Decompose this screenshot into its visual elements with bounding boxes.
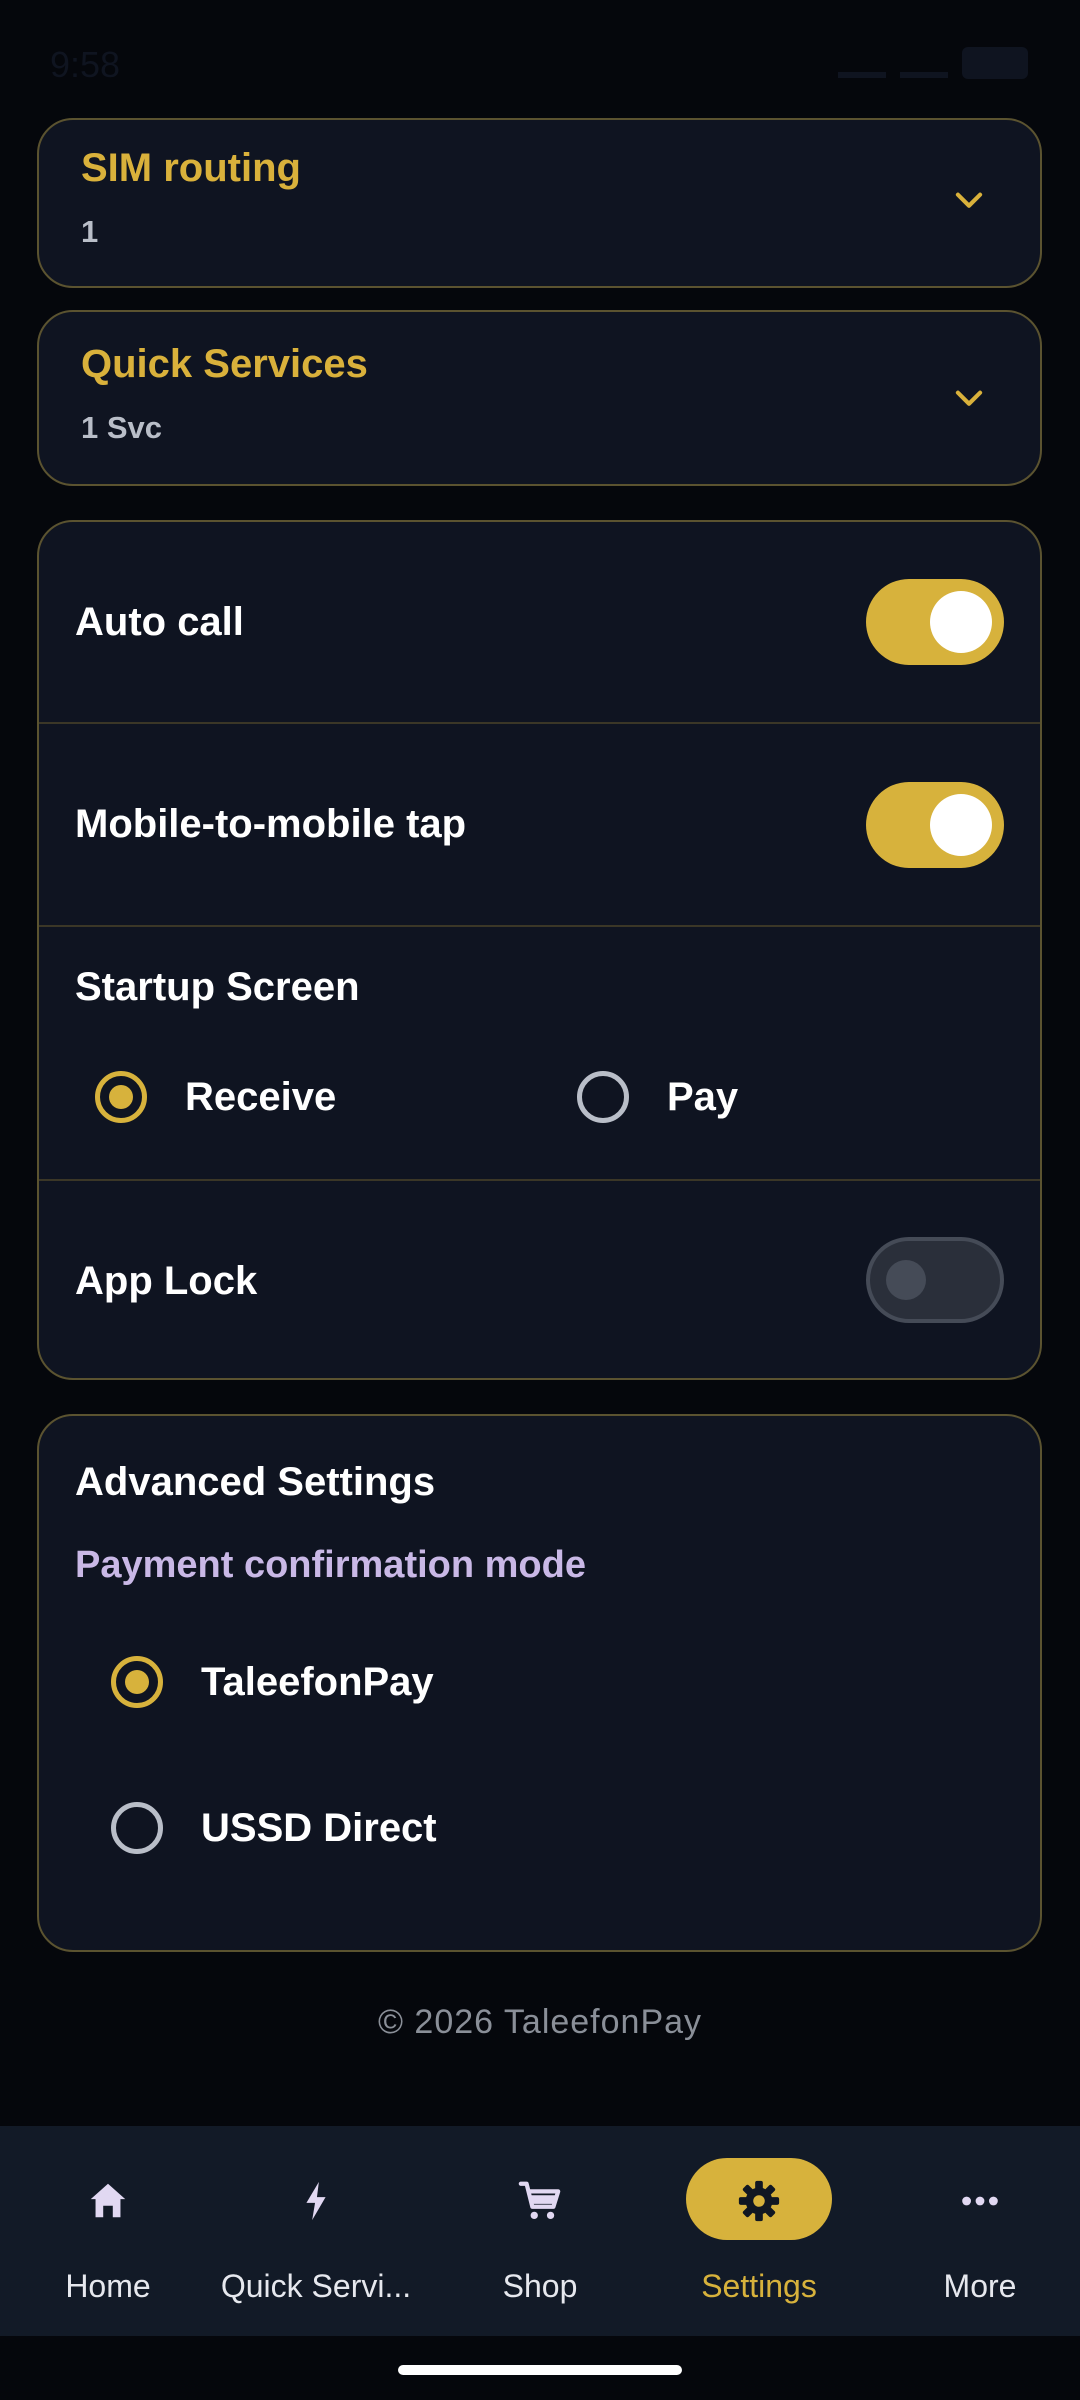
advanced-settings-card: Advanced Settings Payment confirmation m… bbox=[37, 1414, 1042, 1952]
cart-icon bbox=[518, 2181, 561, 2220]
quick-services-value: 1 Svc bbox=[81, 410, 163, 445]
chevron-down-icon[interactable] bbox=[950, 380, 988, 418]
status-icons bbox=[838, 46, 1028, 80]
quick-services-title: Quick Services bbox=[81, 342, 368, 386]
advanced-settings-title: Advanced Settings bbox=[75, 1460, 436, 1504]
switch-knob bbox=[886, 1260, 926, 1300]
sim-routing-value: 1 bbox=[81, 214, 99, 249]
bottom-navigation: Home Quick Servi... Shop Settings More bbox=[0, 2126, 1080, 2336]
mobile-tap-label: Mobile-to-mobile tap bbox=[75, 802, 467, 846]
auto-call-switch[interactable] bbox=[866, 579, 1004, 665]
sim-routing-title: SIM routing bbox=[81, 146, 301, 190]
bolt-icon bbox=[306, 2181, 326, 2221]
battery-icon bbox=[962, 47, 1028, 79]
startup-receive-radio[interactable] bbox=[95, 1071, 147, 1123]
nav-shop[interactable]: Shop bbox=[432, 2126, 648, 2336]
nav-settings-label: Settings bbox=[701, 2268, 817, 2304]
home-icon bbox=[90, 2183, 126, 2218]
copyright-text: © 2026 TaleefonPay bbox=[377, 2003, 703, 2041]
switch-knob bbox=[930, 794, 992, 856]
nav-quick-services[interactable]: Quick Servi... bbox=[208, 2126, 424, 2336]
nav-home[interactable]: Home bbox=[0, 2126, 216, 2336]
app-lock-row[interactable]: App Lock bbox=[39, 1181, 1040, 1380]
sim-routing-card[interactable]: SIM routing 1 bbox=[37, 118, 1042, 288]
status-bar: 9:58 bbox=[0, 0, 1080, 128]
nav-more-label: More bbox=[943, 2268, 1017, 2304]
taleefonpay-radio[interactable] bbox=[111, 1656, 163, 1708]
app-lock-switch[interactable] bbox=[866, 1237, 1004, 1323]
switch-knob bbox=[930, 591, 992, 653]
startup-screen-title: Startup Screen bbox=[75, 965, 360, 1009]
auto-call-row[interactable]: Auto call bbox=[39, 522, 1040, 722]
quick-services-card[interactable]: Quick Services 1 Svc bbox=[37, 310, 1042, 486]
gear-icon bbox=[738, 2180, 780, 2222]
status-time: 9:58 bbox=[50, 44, 121, 85]
startup-screen-group: Startup Screen Receive Pay bbox=[39, 927, 1040, 1179]
taleefonpay-label[interactable]: TaleefonPay bbox=[201, 1660, 434, 1705]
preferences-card: Auto call Mobile-to-mobile tap Startup S… bbox=[37, 520, 1042, 1380]
more-icon bbox=[962, 2196, 998, 2206]
wifi-icon bbox=[900, 48, 948, 78]
startup-pay-radio[interactable] bbox=[577, 1071, 629, 1123]
signal-icon bbox=[838, 48, 886, 78]
home-indicator bbox=[398, 2365, 682, 2375]
ussd-direct-label[interactable]: USSD Direct bbox=[201, 1806, 437, 1851]
auto-call-label: Auto call bbox=[75, 600, 244, 644]
ussd-direct-radio[interactable] bbox=[111, 1802, 163, 1854]
nav-quick-services-label: Quick Servi... bbox=[220, 2268, 412, 2304]
payment-mode-subtitle: Payment confirmation mode bbox=[75, 1544, 586, 1586]
startup-receive-label[interactable]: Receive bbox=[185, 1075, 336, 1120]
mobile-tap-row[interactable]: Mobile-to-mobile tap bbox=[39, 724, 1040, 924]
nav-settings[interactable]: Settings bbox=[651, 2126, 867, 2336]
nav-more[interactable]: More bbox=[872, 2126, 1080, 2336]
nav-home-label: Home bbox=[65, 2268, 151, 2304]
chevron-down-icon[interactable] bbox=[950, 182, 988, 220]
startup-pay-label[interactable]: Pay bbox=[667, 1075, 738, 1120]
nav-shop-label: Shop bbox=[502, 2268, 578, 2304]
app-lock-label: App Lock bbox=[75, 1259, 258, 1303]
mobile-tap-switch[interactable] bbox=[866, 782, 1004, 868]
